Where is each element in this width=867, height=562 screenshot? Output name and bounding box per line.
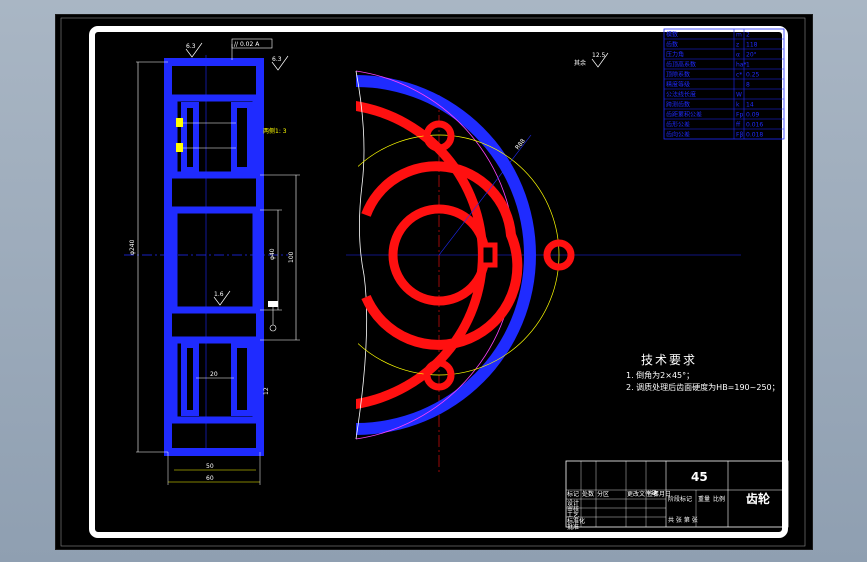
param-table: 模数 m 2 齿数 z 118 压力角 α 20° 齿顶高系数 ha* 1 顶隙系数 c* 0.25 精度等级… bbox=[663, 28, 785, 140]
dim-face-width-2: 60 bbox=[206, 475, 214, 482]
weight-label: 重量 bbox=[698, 495, 710, 503]
scale-label: 比例 bbox=[713, 495, 725, 503]
param-table-cell: 齿距累积公差 bbox=[666, 111, 702, 119]
param-table-cell: 0.25 bbox=[746, 72, 760, 79]
param-table-cell: 模数 bbox=[666, 31, 678, 39]
param-table-cell: W bbox=[736, 92, 742, 99]
param-table-cell: 跨测齿数 bbox=[666, 101, 690, 109]
param-table-cell: α bbox=[736, 52, 740, 59]
sheet-label: 共 张 第 张 bbox=[668, 516, 698, 524]
param-table-cell: 2 bbox=[746, 32, 750, 39]
param-table-cell: 118 bbox=[746, 42, 758, 49]
dim-web-thickness: 12 bbox=[263, 387, 270, 395]
cad-viewport[interactable]: 6.3 6.3 1.6 // 0.02 A 两侧1: 3 φ240 φ40 10… bbox=[55, 14, 813, 550]
yellow-marker-2 bbox=[176, 143, 183, 152]
title-block-header: 标记 bbox=[567, 490, 579, 498]
param-table-cell: 0.09 bbox=[746, 112, 760, 119]
gear-drawing: 6.3 6.3 1.6 // 0.02 A 两侧1: 3 φ240 φ40 10… bbox=[60, 17, 806, 547]
param-table-cell: 1 bbox=[746, 62, 750, 69]
dim-bore: φ40 bbox=[269, 248, 276, 260]
roughness-right-label: 6.3 bbox=[272, 56, 282, 63]
param-table-cell: Fp bbox=[736, 112, 743, 119]
title-block-roles: 设计审核工艺标准化批准 bbox=[567, 499, 585, 531]
surface-finish-label: 其余 bbox=[574, 59, 586, 67]
datum-symbol bbox=[268, 301, 278, 307]
param-table-cell: 精度等级 bbox=[666, 81, 690, 89]
tech-requirement-1: 1. 倒角为2×45°； bbox=[626, 370, 694, 380]
title-block-header: 处数 bbox=[582, 490, 594, 498]
param-table-cell: 0.018 bbox=[746, 132, 763, 139]
section-view bbox=[124, 38, 300, 485]
param-table-cell: 齿形公差 bbox=[666, 121, 690, 129]
roughness-top-label: 6.3 bbox=[186, 43, 196, 50]
upper-web-inner bbox=[181, 102, 253, 173]
param-table-cell: 齿向公差 bbox=[666, 131, 690, 139]
yellow-marker-1 bbox=[176, 118, 183, 127]
param-table-cell: 0.016 bbox=[746, 122, 763, 129]
chamfer-note: 两侧1: 3 bbox=[263, 127, 287, 135]
param-table-cell: Fβ bbox=[736, 132, 743, 139]
param-table-cell: m bbox=[736, 32, 742, 39]
title-block-header: 分区 bbox=[597, 490, 609, 498]
part-name: 齿轮 bbox=[746, 491, 771, 506]
param-table-cell: 齿数 bbox=[666, 41, 678, 49]
param-table-cell: 8 bbox=[746, 82, 750, 89]
param-table-cell: k bbox=[736, 102, 740, 109]
dim-hub-width: 20 bbox=[210, 371, 218, 378]
tech-requirement-2: 2. 调质处理后齿面硬度为HB=190~250； bbox=[626, 382, 780, 392]
param-table-cell: 顶隙系数 bbox=[666, 71, 690, 79]
param-table-cell: ff bbox=[736, 122, 741, 129]
datum-circle bbox=[269, 324, 277, 332]
tech-requirements-title: 技术要求 bbox=[641, 353, 697, 367]
dim-face-width-1: 50 bbox=[206, 463, 214, 470]
param-table-cell: 公法线长度 bbox=[666, 91, 696, 99]
material-label: 45 bbox=[691, 470, 708, 484]
surface-finish-value: 12.5 bbox=[592, 52, 606, 59]
title-block-headers: 标记 处数 分区 更改文件号签名年月日 bbox=[567, 490, 671, 498]
dim-radius: R88 bbox=[514, 137, 527, 151]
keyway bbox=[478, 242, 498, 268]
param-table-cell: 20° bbox=[746, 52, 757, 59]
param-table-cell: 齿顶高系数 bbox=[666, 61, 696, 69]
dim-outer-diameter: φ240 bbox=[129, 239, 136, 255]
tolerance-frame-text: // 0.02 A bbox=[234, 41, 260, 48]
lower-web-inner bbox=[181, 342, 253, 416]
roughness-mid-label: 1.6 bbox=[214, 291, 224, 298]
stage-label: 阶段标记 bbox=[668, 495, 692, 503]
dim-hole-pitch: 100 bbox=[288, 251, 295, 263]
title-block-role: 批准 bbox=[567, 523, 579, 531]
param-table-cell: z bbox=[736, 42, 739, 49]
title-block-header: 年月日 bbox=[653, 490, 671, 498]
param-table-cell: 压力角 bbox=[666, 51, 684, 59]
param-table-cell: 14 bbox=[746, 102, 754, 109]
param-table-cell: c* bbox=[736, 72, 742, 79]
param-table-cell: ha* bbox=[736, 62, 746, 69]
